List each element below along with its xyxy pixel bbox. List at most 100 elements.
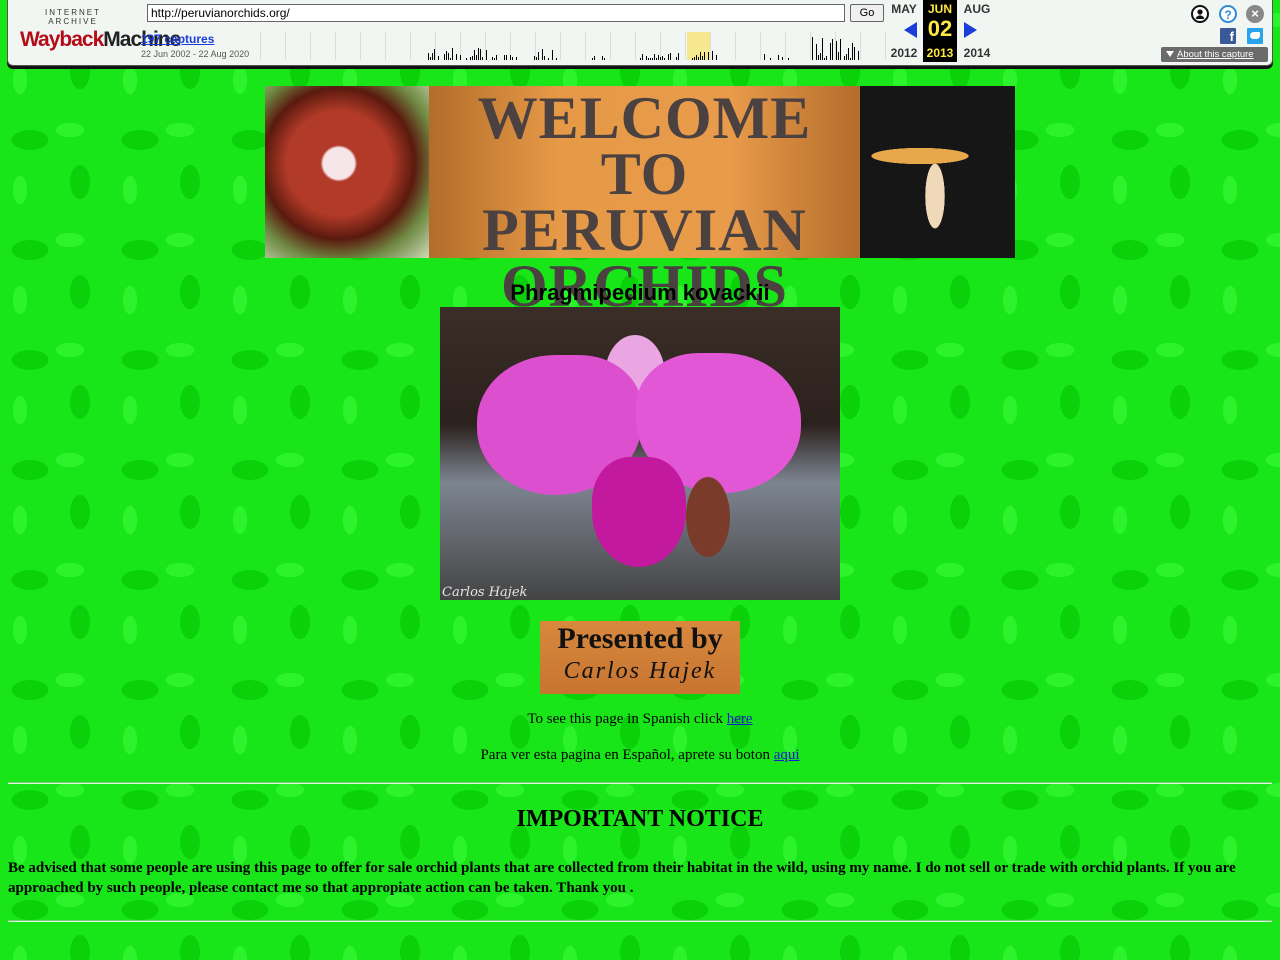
sparkline-tick: [700, 52, 701, 60]
help-icon[interactable]: ?: [1219, 5, 1237, 23]
sparkline-tick: [430, 57, 431, 60]
sparkline-year-column: [410, 32, 411, 60]
sparkline-tick: [474, 50, 475, 60]
sparkline-tick: [428, 53, 429, 60]
current-capture-date: JUN 02 2013: [923, 0, 957, 62]
capture-sparkline[interactable]: [260, 32, 886, 60]
sparkline-tick: [656, 58, 657, 60]
sparkline-tick: [472, 56, 473, 60]
spanish-version-link[interactable]: here: [727, 711, 753, 727]
sparkline-tick: [708, 52, 709, 60]
sparkline-year-column: [310, 32, 311, 60]
banner-line-2: PERUVIAN: [482, 197, 807, 263]
sparkline-tick: [812, 37, 813, 60]
current-day: 02: [927, 16, 953, 41]
sparkline-tick: [456, 54, 457, 60]
sparkline-year-column: [285, 32, 286, 60]
sparkline-tick: [846, 54, 847, 60]
orchid-lip: [592, 457, 686, 567]
presenter-name: Carlos Hajek: [563, 658, 717, 684]
spanish-version-text: To see this page in Spanish click: [527, 711, 727, 727]
welcome-banner: WELCOME TO PERUVIAN ORCHIDS: [265, 85, 1015, 316]
sparkline-year-column: [585, 32, 586, 60]
sparkline-tick: [556, 58, 557, 60]
sparkline-tick: [716, 55, 717, 60]
about-this-capture-button[interactable]: About this capture: [1161, 47, 1268, 62]
sparkline-tick: [450, 58, 451, 60]
twitter-icon[interactable]: [1247, 28, 1263, 44]
captures-link[interactable]: 197 captures: [141, 32, 214, 46]
next-year-label[interactable]: 2014: [959, 46, 995, 60]
sparkline-tick: [660, 57, 661, 60]
sparkline-year-column: [785, 32, 786, 60]
next-capture-arrow-icon[interactable]: [964, 22, 977, 38]
sparkline-tick: [492, 57, 493, 60]
sparkline-tick: [664, 58, 665, 60]
sparkline-tick: [852, 43, 853, 60]
capture-date-range: 22 Jun 2002 - 22 Aug 2020: [141, 49, 250, 59]
sparkline-tick: [662, 56, 663, 60]
prev-month-label[interactable]: MAY: [886, 2, 922, 16]
sparkline-year-column: [660, 32, 661, 60]
sparkline-tick: [712, 51, 713, 60]
divider-bottom: [8, 920, 1272, 922]
sparkline-tick: [496, 55, 497, 60]
wayback-logo[interactable]: INTERNET ARCHIVE WaybackMachine: [20, 8, 181, 52]
sparkline-tick: [646, 56, 647, 60]
sparkline-tick: [764, 54, 765, 60]
next-month-label[interactable]: AUG: [959, 2, 995, 16]
presented-by-line: Presented by: [557, 622, 723, 655]
sparkline-tick: [836, 41, 837, 60]
banner-orchid-photo-left: [265, 86, 429, 258]
sparkline-tick: [446, 51, 447, 60]
sparkline-tick: [506, 55, 507, 60]
photo-signature: Carlos Hajek: [442, 585, 528, 600]
sparkline-year-column: [860, 32, 861, 60]
notice-body: Be advised that some people are using th…: [8, 860, 1236, 896]
sparkline-tick: [788, 58, 789, 60]
url-input[interactable]: [147, 4, 845, 22]
sparkline-tick: [648, 58, 649, 60]
sparkline-tick: [452, 48, 453, 60]
prev-capture-arrow-icon[interactable]: [904, 22, 917, 38]
sparkline-tick: [698, 57, 699, 60]
internet-archive-label: INTERNET ARCHIVE: [45, 8, 101, 26]
sparkline-year-column: [560, 32, 561, 60]
banner-line-1: WELCOME TO: [477, 85, 812, 207]
go-button[interactable]: Go: [850, 4, 884, 22]
sparkline-tick: [858, 51, 859, 60]
sparkline-tick: [534, 56, 535, 60]
sparkline-tick: [658, 55, 659, 60]
sparkline-year-column: [610, 32, 611, 60]
sparkline-year-column: [385, 32, 386, 60]
sparkline-tick: [704, 52, 705, 60]
sparkline-year-column: [335, 32, 336, 60]
spanish-button-line: Para ver esta pagina en Español, aprete …: [0, 747, 1280, 764]
sparkline-tick: [824, 58, 825, 60]
close-icon[interactable]: ×: [1246, 5, 1264, 23]
sparkline-tick: [816, 44, 817, 60]
spanish-version-line: To see this page in Spanish click here: [0, 711, 1280, 728]
sparkline-tick: [544, 56, 545, 60]
sparkline-year-column: [735, 32, 736, 60]
sparkline-tick: [604, 58, 605, 60]
sparkline-tick: [838, 52, 839, 60]
sparkline-tick: [668, 54, 669, 60]
sparkline-tick: [602, 56, 603, 60]
sparkline-tick: [434, 49, 435, 60]
sparkline-tick: [494, 58, 495, 60]
sparkline-tick: [642, 54, 643, 60]
spanish-button-link[interactable]: aqui: [774, 747, 800, 763]
sparkline-tick: [444, 54, 445, 60]
sparkline-tick: [770, 58, 771, 60]
sparkline-year-column: [685, 32, 686, 60]
sparkline-tick: [480, 49, 481, 60]
prev-year-label[interactable]: 2012: [886, 46, 922, 60]
user-icon[interactable]: [1191, 5, 1209, 23]
sparkline-tick: [778, 55, 779, 60]
sparkline-tick: [696, 55, 697, 60]
sparkline-tick: [466, 58, 467, 60]
banner-title: WELCOME TO PERUVIAN ORCHIDS: [429, 85, 860, 316]
banner-orchid-photo-right: [860, 86, 1015, 258]
facebook-icon[interactable]: f: [1220, 28, 1236, 44]
